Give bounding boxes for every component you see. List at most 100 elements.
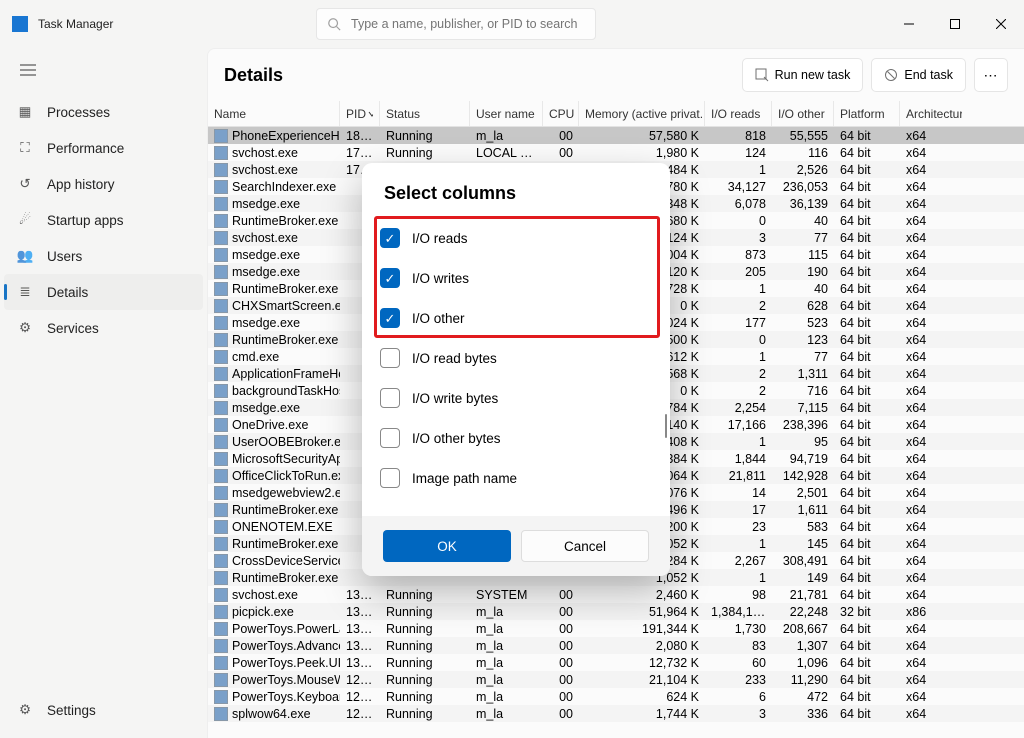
table-row[interactable]: PhoneExperienceHo...18076Runningm_la0057… <box>208 127 1024 144</box>
cell-memory: 680 K <box>579 214 705 228</box>
table-row[interactable]: RuntimeBroker.exe1,052 K114564 bitx64 <box>208 535 1024 552</box>
table-row[interactable]: RuntimeBroker.exe1,500 K012364 bitx64 <box>208 331 1024 348</box>
table-row[interactable]: UserOOBEBroker.exe1,408 K19564 bitx64 <box>208 433 1024 450</box>
cell-status: Running <box>380 673 470 687</box>
table-row[interactable]: SearchIndexer.exe26,780 K34,127236,05364… <box>208 178 1024 195</box>
cell-architecture: x64 <box>900 503 962 517</box>
table-row[interactable]: msedge.exe37,004 K87311564 bitx64 <box>208 246 1024 263</box>
table-row[interactable]: splwow64.exe12856Runningm_la001,744 K333… <box>208 705 1024 722</box>
col-memory[interactable]: Memory (active privat... <box>579 101 705 126</box>
table-row[interactable]: cmd.exe612 K17764 bitx64 <box>208 348 1024 365</box>
col-pid[interactable]: PID <box>340 101 380 126</box>
table-row[interactable]: svchost.exe1,124 K37764 bitx64 <box>208 229 1024 246</box>
table-row[interactable]: PowerToys.PowerLa...13112Runningm_la0019… <box>208 620 1024 637</box>
cell-memory: 57,580 K <box>579 129 705 143</box>
nav-processes[interactable]: ▦Processes <box>0 94 207 130</box>
table-row[interactable]: RuntimeBroker.exe680 K04064 bitx64 <box>208 212 1024 229</box>
cell-io-other: 115 <box>772 248 834 262</box>
nav-users[interactable]: 👥Users <box>0 238 207 274</box>
cell-platform: 64 bit <box>834 350 900 364</box>
grid-body: PhoneExperienceHo...18076Runningm_la0057… <box>208 127 1024 722</box>
process-icon <box>214 435 228 449</box>
cell-architecture: x64 <box>900 367 962 381</box>
process-icon <box>214 605 228 619</box>
table-row[interactable]: OneDrive.exe64,140 K17,166238,39664 bitx… <box>208 416 1024 433</box>
table-row[interactable]: svchost.exe17024RunningSYSTEM004,484 K12… <box>208 161 1024 178</box>
process-icon <box>214 554 228 568</box>
hamburger-button[interactable] <box>10 52 46 88</box>
nav-services[interactable]: ⚙Services <box>0 310 207 346</box>
nav-performance[interactable]: ⛶Performance <box>0 130 207 166</box>
cell-io-reads: 0 <box>705 333 772 347</box>
col-io-reads[interactable]: I/O reads <box>705 101 772 126</box>
close-button[interactable] <box>978 2 1024 46</box>
col-io-other[interactable]: I/O other <box>772 101 834 126</box>
page-title: Details <box>224 65 283 86</box>
table-row[interactable]: ONENOTEM.EXE1,200 K2358364 bitx64 <box>208 518 1024 535</box>
cell-io-reads: 233 <box>705 673 772 687</box>
table-row[interactable]: MicrosoftSecurityAp...60,384 K1,84494,71… <box>208 450 1024 467</box>
cell-cpu: 00 <box>543 146 579 160</box>
table-row[interactable]: PowerToys.Keyboard...12904Runningm_la006… <box>208 688 1024 705</box>
table-row[interactable]: backgroundTaskHos...0 K271664 bitx64 <box>208 382 1024 399</box>
search-input[interactable] <box>351 17 595 31</box>
col-cpu[interactable]: CPU <box>543 101 579 126</box>
minimize-button[interactable] <box>886 2 932 46</box>
table-row[interactable]: svchost.exe17072RunningLOCAL SE...001,98… <box>208 144 1024 161</box>
table-row[interactable]: msedgewebview2.e...1,076 K142,50164 bitx… <box>208 484 1024 501</box>
cell-name: msedge.exe <box>208 197 340 211</box>
cell-pid: 17024 <box>340 163 380 177</box>
table-row[interactable]: picpick.exe13220Runningm_la0051,964 K1,3… <box>208 603 1024 620</box>
table-row[interactable]: msedge.exe50,348 K6,07836,13964 bitx64 <box>208 195 1024 212</box>
cell-platform: 64 bit <box>834 707 900 721</box>
cell-architecture: x64 <box>900 299 962 313</box>
cell-platform: 64 bit <box>834 554 900 568</box>
end-task-button[interactable]: End task <box>871 58 966 92</box>
nav-details[interactable]: ≣Details <box>4 274 203 310</box>
cell-architecture: x86 <box>900 605 962 619</box>
col-platform[interactable]: Platform <box>834 101 900 126</box>
cell-io-reads: 2,267 <box>705 554 772 568</box>
col-status[interactable]: Status <box>380 101 470 126</box>
cell-platform: 64 bit <box>834 622 900 636</box>
table-row[interactable]: msedge.exe8,784 K2,2547,11564 bitx64 <box>208 399 1024 416</box>
cell-io-reads: 17 <box>705 503 772 517</box>
table-row[interactable]: msedge.exe6,024 K17752364 bitx64 <box>208 314 1024 331</box>
nav-startup-apps[interactable]: ☄Startup apps <box>0 202 207 238</box>
table-row[interactable]: CrossDeviceService.e...37,284 K2,267308,… <box>208 552 1024 569</box>
cell-io-other: 236,053 <box>772 180 834 194</box>
col-architecture[interactable]: Architectur <box>900 101 962 126</box>
table-row[interactable]: PowerToys.Advance...13060Runningm_la002,… <box>208 637 1024 654</box>
table-row[interactable]: RuntimeBroker.exe1,496 K171,61164 bitx64 <box>208 501 1024 518</box>
history-icon: ↺ <box>17 176 33 192</box>
maximize-button[interactable] <box>932 2 978 46</box>
search-box[interactable] <box>316 8 596 40</box>
details-grid: Name PID Status User name CPU Memory (ac… <box>208 101 1024 738</box>
cell-name: svchost.exe <box>208 231 340 245</box>
table-row[interactable]: msedge.exe3,120 K20519064 bitx64 <box>208 263 1024 280</box>
cell-platform: 64 bit <box>834 673 900 687</box>
table-row[interactable]: RuntimeBroker.exe728 K14064 bitx64 <box>208 280 1024 297</box>
cell-cpu: 00 <box>543 605 579 619</box>
table-row[interactable]: PowerToys.MouseWi...12960Runningm_la0021… <box>208 671 1024 688</box>
cell-io-reads: 17,166 <box>705 418 772 432</box>
col-user[interactable]: User name <box>470 101 543 126</box>
cell-platform: 64 bit <box>834 333 900 347</box>
process-icon <box>214 622 228 636</box>
more-button[interactable]: ⋯ <box>974 58 1008 92</box>
cell-io-other: 238,396 <box>772 418 834 432</box>
table-row[interactable]: svchost.exe13308RunningSYSTEM002,460 K98… <box>208 586 1024 603</box>
cell-cpu: 00 <box>543 163 579 177</box>
table-row[interactable]: OfficeClickToRun.exe39,064 K21,811142,92… <box>208 467 1024 484</box>
table-row[interactable]: RuntimeBroker.exe1,052 K114964 bitx64 <box>208 569 1024 586</box>
cell-io-other: 628 <box>772 299 834 313</box>
col-name[interactable]: Name <box>208 101 340 126</box>
cell-memory: 1,052 K <box>579 537 705 551</box>
run-new-task-button[interactable]: Run new task <box>742 58 864 92</box>
cell-memory: 12,732 K <box>579 656 705 670</box>
nav-app-history[interactable]: ↺App history <box>0 166 207 202</box>
table-row[interactable]: PowerToys.Peek.UI.exe13000Runningm_la001… <box>208 654 1024 671</box>
table-row[interactable]: CHXSmartScreen.exe0 K262864 bitx64 <box>208 297 1024 314</box>
nav-settings[interactable]: ⚙Settings <box>0 692 96 728</box>
table-row[interactable]: ApplicationFrameHo...7,568 K21,31164 bit… <box>208 365 1024 382</box>
